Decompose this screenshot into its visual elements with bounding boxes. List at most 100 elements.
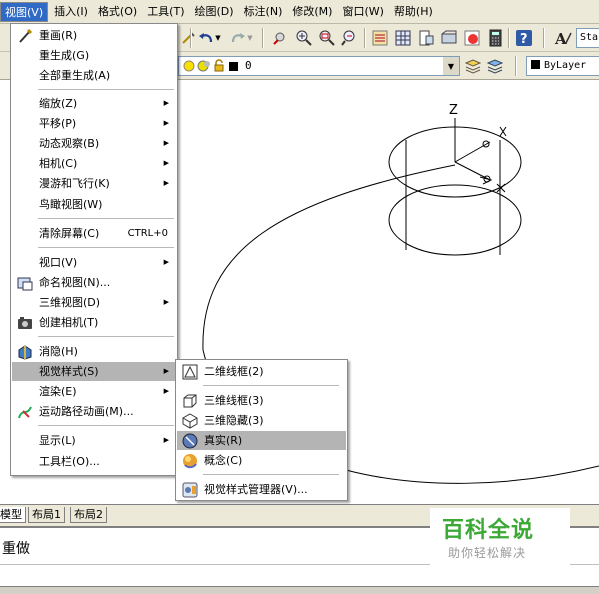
tool-palettes-icon[interactable]	[416, 28, 436, 48]
menu-item-label: 三维隐藏(3)	[204, 414, 264, 427]
menu-item-named-views[interactable]: 命名视图(N)...	[12, 273, 176, 292]
hide-icon	[16, 343, 34, 360]
layer-on-icon	[183, 60, 195, 75]
menu-separator	[38, 247, 174, 248]
text-style-dropdown[interactable]: Sta	[576, 28, 599, 48]
menu-format[interactable]: 格式(O)	[94, 2, 141, 22]
menu-item-3d-wireframe[interactable]: 三维线框(3)	[177, 391, 346, 410]
menu-item-label: 全部重生成(A)	[39, 69, 111, 82]
3d-wireframe-icon	[181, 392, 199, 409]
menu-item-label: 视口(V)	[39, 256, 78, 269]
menu-item-label: 概念(C)	[204, 454, 243, 467]
menu-item-visual-styles-manager[interactable]: 视觉样式管理器(V)...	[177, 480, 346, 499]
menu-item-toolbars[interactable]: 工具栏(O)...	[12, 452, 176, 471]
toolbar-separator	[364, 28, 366, 48]
submenu-arrow-icon: ▶	[163, 139, 169, 147]
submenu-arrow-icon: ▶	[163, 99, 169, 107]
menu-item-regen-all[interactable]: 全部重生成(A)	[12, 66, 176, 85]
menu-item-label: 鸟瞰视图(W)	[39, 198, 103, 211]
linetype-dropdown[interactable]: ByLayer	[526, 56, 599, 76]
linetype-value: ByLayer	[544, 60, 587, 71]
watermark-subtitle: 助你轻松解决	[448, 546, 527, 560]
properties-icon[interactable]	[370, 28, 390, 48]
undo-dropdown-icon[interactable]: ▼	[213, 28, 223, 48]
help-icon[interactable]: ?	[514, 28, 534, 48]
make-object-layer-current-icon[interactable]	[463, 56, 483, 76]
menu-item-3d-views[interactable]: 三维视图(D) ▶	[12, 293, 176, 312]
menu-insert[interactable]: 插入(I)	[50, 2, 92, 22]
layer-previous-icon[interactable]	[485, 56, 505, 76]
menu-item-orbit[interactable]: 动态观察(B) ▶	[12, 134, 176, 153]
toolbar-separator	[508, 28, 510, 48]
menu-item-viewports[interactable]: 视口(V) ▶	[12, 253, 176, 272]
menu-separator	[203, 385, 339, 386]
menu-item-label: 缩放(Z)	[39, 97, 78, 110]
zoom-realtime-icon[interactable]	[294, 28, 314, 48]
menu-item-redraw[interactable]: 重画(R)	[12, 26, 176, 45]
visual-styles-manager-icon	[181, 481, 199, 498]
layer-thaw-icon	[197, 60, 211, 75]
chevron-down-icon[interactable]: ▼	[443, 57, 459, 75]
markup-set-icon[interactable]	[462, 28, 482, 48]
menu-item-aerial-view[interactable]: 鸟瞰视图(W)	[12, 195, 176, 214]
tab-model[interactable]: 模型	[0, 507, 26, 523]
menu-item-label: 平移(P)	[39, 117, 77, 130]
text-style-icon[interactable]: A	[553, 28, 573, 48]
zoom-window-icon[interactable]	[317, 28, 337, 48]
svg-text:A: A	[554, 30, 567, 47]
menu-item-label: 漫游和飞行(K)	[39, 177, 110, 190]
menu-item-label: 二维线框(2)	[204, 365, 264, 378]
menu-item-realistic[interactable]: 真实(R)	[177, 431, 346, 450]
layer-dropdown[interactable]: 0 ▼	[178, 56, 460, 76]
menu-modify[interactable]: 修改(M)	[288, 2, 336, 22]
calculator-icon[interactable]	[485, 28, 505, 48]
menu-item-2d-wireframe[interactable]: 二维线框(2)	[177, 362, 346, 381]
watermark-logo: 百科全说 助你轻松解决	[430, 508, 570, 566]
color-swatch	[531, 60, 540, 69]
submenu-arrow-icon: ▶	[163, 387, 169, 395]
menu-item-walk-fly[interactable]: 漫游和飞行(K) ▶	[12, 174, 176, 193]
menu-help[interactable]: 帮助(H)	[390, 2, 437, 22]
submenu-arrow-icon: ▶	[163, 367, 169, 375]
zoom-previous-icon[interactable]	[340, 28, 360, 48]
design-center-icon[interactable]	[393, 28, 413, 48]
tab-layout1[interactable]: 布局1	[28, 507, 65, 523]
menu-item-regen[interactable]: 重生成(G)	[12, 46, 176, 65]
menu-item-label: 运动路径动画(M)...	[39, 405, 134, 418]
menu-item-visual-styles[interactable]: 视觉样式(S) ▶	[12, 362, 176, 381]
tab-layout2[interactable]: 布局2	[70, 507, 107, 523]
toolbar-separator	[543, 28, 545, 48]
redo-dropdown-icon[interactable]: ▼	[245, 28, 255, 48]
menu-item-motion-path[interactable]: 运动路径动画(M)...	[12, 402, 176, 421]
menu-shortcut: CTRL+0	[127, 228, 168, 239]
command-input[interactable]	[0, 564, 599, 586]
menu-item-label: 相机(C)	[39, 157, 78, 170]
submenu-arrow-icon: ▶	[163, 119, 169, 127]
menu-item-zoom[interactable]: 缩放(Z) ▶	[12, 94, 176, 113]
menu-tools[interactable]: 工具(T)	[143, 2, 188, 22]
menu-item-label: 三维线框(3)	[204, 394, 264, 407]
menu-item-conceptual[interactable]: 概念(C)	[177, 451, 346, 470]
sheet-set-icon[interactable]	[439, 28, 459, 48]
menu-item-hide[interactable]: 消隐(H)	[12, 342, 176, 361]
menu-item-clean-screen[interactable]: 清除屏幕(C) CTRL+0	[12, 224, 176, 243]
menu-item-camera[interactable]: 相机(C) ▶	[12, 154, 176, 173]
menu-window[interactable]: 窗口(W)	[338, 2, 387, 22]
menu-item-3d-hidden[interactable]: 三维隐藏(3)	[177, 411, 346, 430]
menu-item-pan[interactable]: 平移(P) ▶	[12, 114, 176, 133]
pan-realtime-icon[interactable]	[271, 28, 291, 48]
z-axis-label: Z	[449, 103, 458, 118]
menu-item-display[interactable]: 显示(L) ▶	[12, 431, 176, 450]
menu-item-label: 动态观察(B)	[39, 137, 100, 150]
menu-dimension[interactable]: 标注(N)	[240, 2, 287, 22]
menu-draw[interactable]: 绘图(D)	[191, 2, 238, 22]
command-history-text: 重做	[2, 541, 30, 557]
menu-bar: 视图(V) 插入(I) 格式(O) 工具(T) 绘图(D) 标注(N) 修改(M…	[0, 0, 599, 24]
submenu-arrow-icon: ▶	[163, 436, 169, 444]
menu-item-label: 命名视图(N)...	[39, 276, 111, 289]
menu-item-create-camera[interactable]: 创建相机(T)	[12, 313, 176, 332]
menu-item-render[interactable]: 渲染(E) ▶	[12, 382, 176, 401]
3d-hidden-icon	[181, 412, 199, 429]
menu-view[interactable]: 视图(V)	[0, 1, 49, 22]
match-properties-icon[interactable]	[178, 28, 198, 48]
